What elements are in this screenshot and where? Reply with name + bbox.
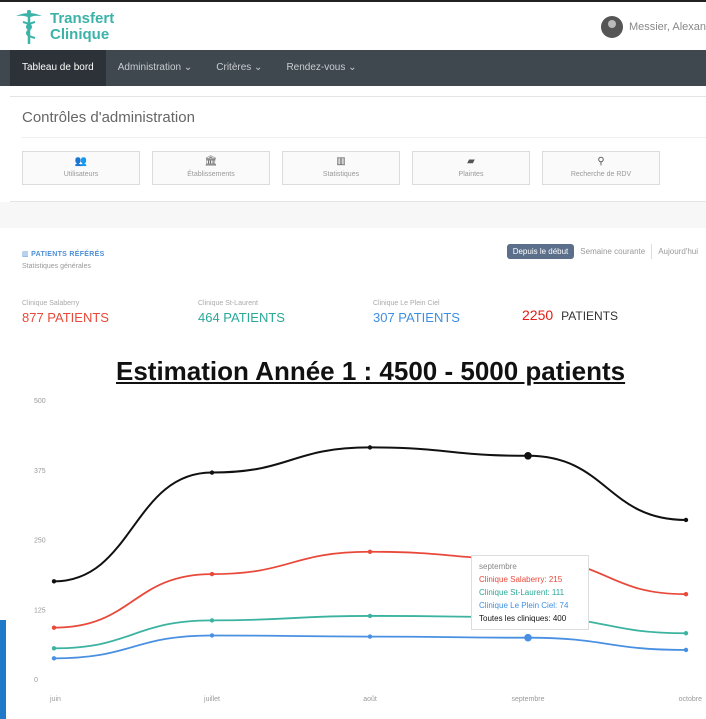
- bar-chart-icon: ▥: [336, 156, 346, 167]
- tooltip-line: Clinique Le Plein Ciel: 74: [479, 601, 569, 610]
- y-tick-label: 125: [34, 607, 46, 614]
- clinic-stat-plein-ciel: Clinique Le Plein Ciel 307 PATIENTS: [373, 300, 460, 325]
- data-point: [51, 646, 57, 651]
- data-point: [524, 452, 532, 460]
- x-tick-label: juin: [49, 696, 61, 703]
- y-tick-label: 375: [34, 468, 46, 475]
- estimation-banner: Estimation Année 1 : 4500 - 5000 patient…: [116, 356, 626, 386]
- total-number: 2250: [522, 307, 554, 323]
- y-tick-label: 250: [34, 538, 46, 545]
- data-point: [51, 579, 57, 584]
- statistiques-label: Statistiques: [322, 171, 360, 178]
- data-point: [683, 517, 689, 523]
- data-point: [367, 613, 373, 619]
- tab-depuis-le-debut[interactable]: Depuis le début: [506, 244, 575, 259]
- chart-icon: ▥: [22, 251, 32, 258]
- user-menu[interactable]: Messier, Alexan: [600, 16, 706, 38]
- user-name[interactable]: Messier, Alexan: [629, 21, 706, 33]
- data-point: [51, 656, 57, 661]
- brand-line-1: Transfert: [50, 10, 115, 27]
- etablissements-button[interactable]: 🏛 Établissements: [152, 151, 270, 185]
- x-tick-label: août: [363, 696, 377, 703]
- x-tick-label: juillet: [203, 696, 220, 703]
- tooltip-line: Toutes les cliniques: 400: [479, 614, 567, 623]
- data-point: [367, 445, 373, 450]
- institution-icon: 🏛: [204, 156, 218, 167]
- recherche-rdv-button[interactable]: ⚲ Recherche de RDV: [542, 151, 660, 185]
- clinic-count: 877 PATIENTS: [22, 310, 109, 325]
- section-gap: [0, 202, 706, 228]
- series-line: [53, 634, 687, 660]
- data-point: [683, 631, 689, 636]
- statistiques-button[interactable]: ▥ Statistiques: [282, 151, 400, 185]
- top-header: Transfert Clinique Messier, Alexan: [0, 0, 706, 50]
- folder-icon: ▰: [467, 156, 475, 167]
- patients-subtitle: Statistiques générales: [22, 263, 91, 270]
- data-point: [209, 571, 215, 577]
- nav-criteres[interactable]: Critères ⌄: [204, 50, 274, 86]
- patients-line-chart: 0 125 250 375 500 juin juillet août septembre oct…: [34, 398, 702, 703]
- tab-semaine-courante[interactable]: Semaine courante: [574, 244, 651, 259]
- search-icon: ⚲: [597, 156, 605, 167]
- data-point: [683, 591, 689, 597]
- y-tick-label: 0: [34, 677, 38, 684]
- chart-tooltip: septembre Clinique Salaberry: 215 Cliniq…: [471, 555, 589, 630]
- tooltip-line: Clinique St-Laurent: 111: [479, 588, 565, 597]
- patients-title: ▥ PATIENTS RÉFÉRÉS: [22, 250, 105, 258]
- admin-title: Contrôles d'administration: [22, 109, 195, 126]
- tooltip-title: septembre: [479, 562, 517, 571]
- x-tick-label: octobre: [679, 696, 702, 703]
- clinic-name: Clinique Le Plein Ciel: [373, 300, 440, 307]
- series-line: [53, 446, 687, 583]
- y-tick-label: 500: [34, 398, 46, 405]
- recherche-rdv-label: Recherche de RDV: [570, 171, 632, 178]
- data-point: [209, 618, 215, 623]
- data-point: [209, 470, 215, 475]
- tab-aujourdhui[interactable]: Aujourd'hui: [651, 244, 704, 259]
- plaintes-label: Plaintes: [458, 171, 484, 178]
- utilisateurs-label: Utilisateurs: [63, 171, 99, 178]
- data-point: [367, 634, 373, 639]
- plaintes-button[interactable]: ▰ Plaintes: [412, 151, 530, 185]
- clinic-stat-salaberry: Clinique Salaberry 877 PATIENTS: [22, 300, 109, 325]
- divider: [22, 137, 706, 138]
- avatar[interactable]: [600, 16, 623, 38]
- main-nav: Tableau de bord Administration ⌄ Critère…: [0, 50, 706, 86]
- range-tabs: Depuis le début Semaine courante Aujourd…: [506, 244, 704, 259]
- clinic-count: 307 PATIENTS: [373, 310, 460, 325]
- utilisateurs-button[interactable]: 👥 Utilisateurs: [22, 151, 140, 185]
- data-point: [209, 633, 215, 638]
- total-patients: 2250 PATIENTS: [522, 307, 618, 323]
- data-point: [367, 549, 373, 554]
- admin-controls-panel: Contrôles d'administration 👥 Utilisateur…: [10, 96, 706, 202]
- clinic-count: 464 PATIENTS: [198, 310, 285, 325]
- nav-administration[interactable]: Administration ⌄: [106, 50, 205, 86]
- nav-tableau-de-bord[interactable]: Tableau de bord: [10, 50, 106, 86]
- brand-logo[interactable]: Transfert Clinique: [12, 8, 114, 46]
- data-point: [524, 633, 532, 642]
- tooltip-line: Clinique Salaberry: 215: [479, 575, 563, 584]
- clinic-name: Clinique Salaberry: [22, 300, 80, 307]
- x-tick-label: septembre: [511, 696, 544, 703]
- clinic-name: Clinique St-Laurent: [198, 300, 258, 307]
- clinic-stat-st-laurent: Clinique St-Laurent 464 PATIENTS: [198, 300, 285, 325]
- accent-bar: [0, 620, 6, 719]
- nav-rendez-vous[interactable]: Rendez-vous ⌄: [274, 50, 368, 86]
- total-label: PATIENTS: [561, 309, 619, 323]
- users-icon: 👥: [74, 156, 88, 167]
- etablissements-label: Établissements: [187, 171, 235, 178]
- data-point: [51, 625, 57, 630]
- brand-line-2: Clinique: [50, 26, 110, 43]
- caduceus-icon: [16, 10, 42, 44]
- patients-title-text: PATIENTS RÉFÉRÉS: [31, 251, 105, 258]
- data-point: [683, 647, 689, 653]
